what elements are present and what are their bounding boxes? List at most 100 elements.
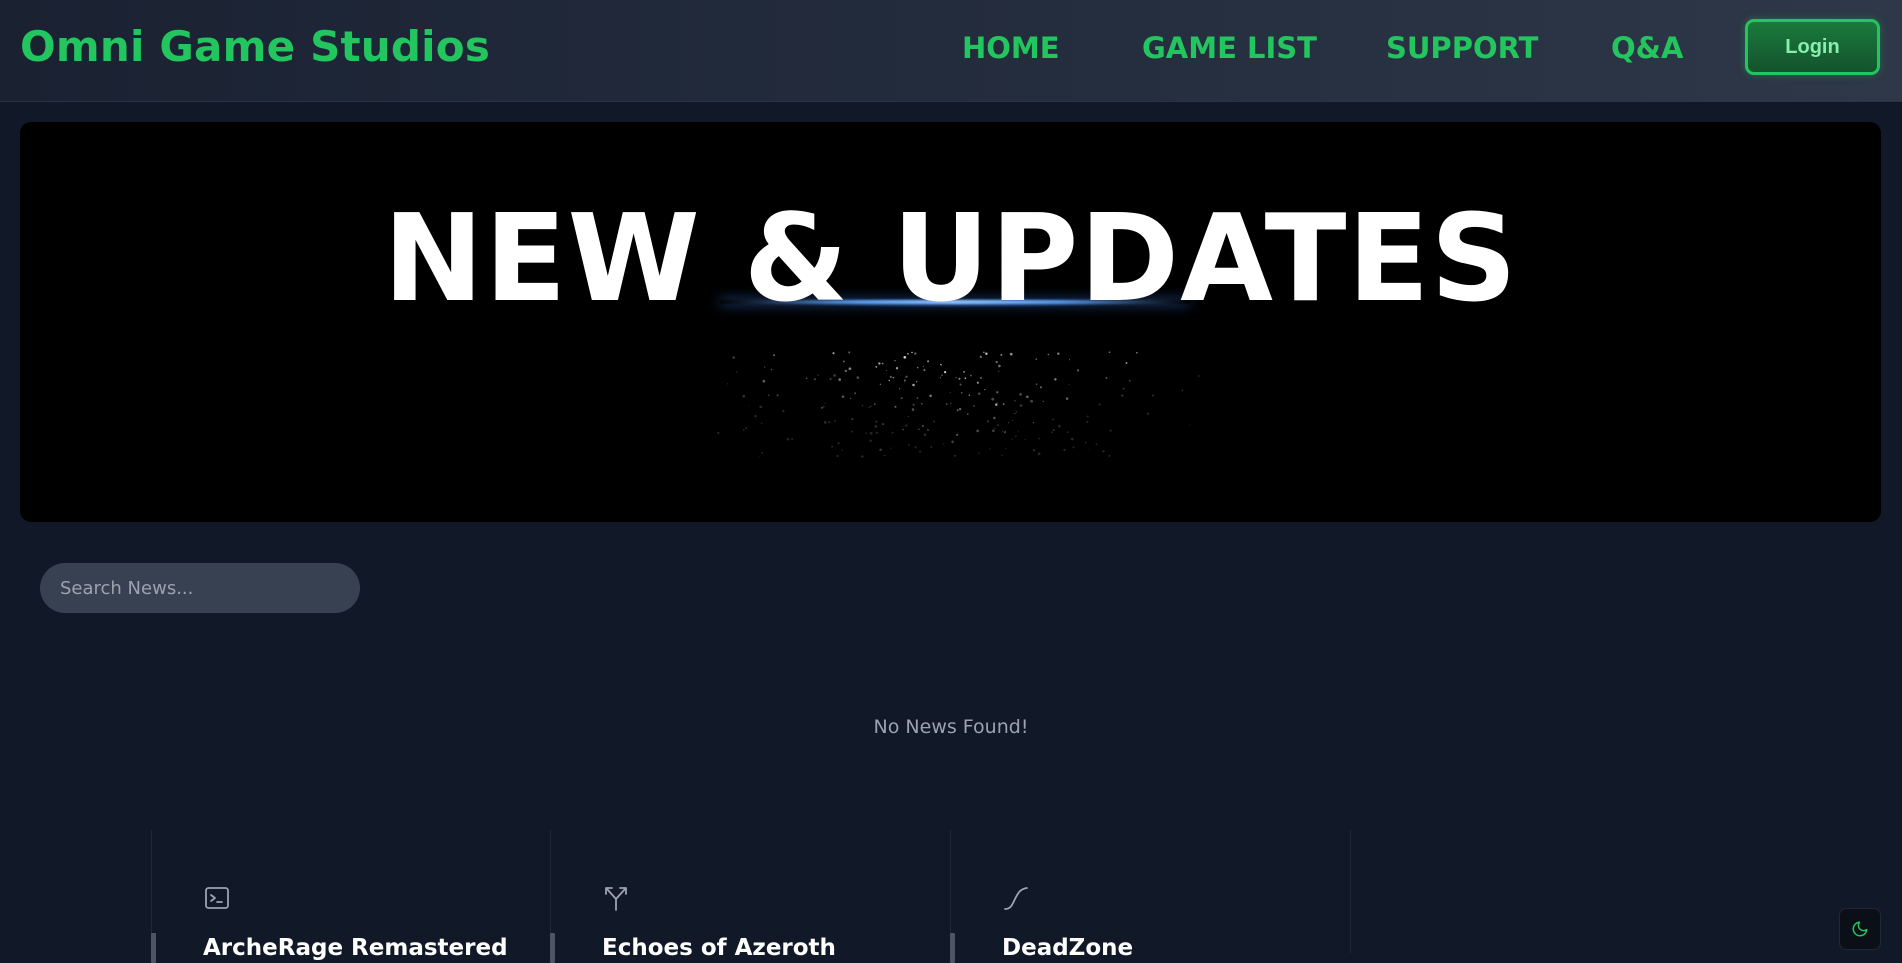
- sparkle-dot: [945, 403, 948, 405]
- sparkle-dot: [854, 392, 857, 395]
- sparkle-dot: [1125, 362, 1128, 364]
- sparkle-dot: [907, 443, 910, 446]
- sparkle-dot: [1000, 354, 1003, 356]
- sparkle-dot: [994, 427, 996, 429]
- sparkle-dot: [998, 364, 1001, 368]
- sparkle-dot: [828, 421, 831, 424]
- theme-toggle-button[interactable]: [1839, 908, 1881, 950]
- sparkle-dot: [856, 376, 860, 379]
- sparkle-dot: [898, 388, 901, 390]
- sparkle-dot: [956, 433, 959, 436]
- sparkle-dot: [1057, 424, 1061, 428]
- sparkle-dot: [881, 362, 884, 365]
- search-news-input[interactable]: [40, 563, 360, 613]
- top-navbar: Omni Game Studios HOME GAME LIST SUPPORT…: [0, 0, 1902, 102]
- sparkle-dot: [894, 405, 897, 408]
- sparkle-dot: [848, 367, 852, 371]
- sparkle-dot: [914, 446, 917, 449]
- sparkle-dot: [911, 351, 913, 354]
- sparkle-dot: [912, 383, 915, 387]
- sparkle-dot: [966, 413, 969, 415]
- sparkle-dot: [764, 366, 766, 368]
- nav-qa-link[interactable]: Q&A: [1611, 30, 1683, 66]
- sparkle-dot: [1032, 448, 1036, 452]
- nav-game-list-link[interactable]: GAME LIST: [1142, 30, 1317, 66]
- sparkle-dot: [760, 422, 763, 425]
- sparkle-dot: [973, 405, 975, 407]
- sparkle-dot: [869, 432, 873, 435]
- sparkle-dot: [1122, 387, 1125, 390]
- sparkle-dot: [1065, 397, 1069, 400]
- game-cards-row: ArcheRage Remastered Echoes of Azeroth D…: [0, 830, 1902, 963]
- sparkle-dot: [1038, 437, 1041, 440]
- sparkle-dot: [813, 377, 817, 381]
- sparkle-dot: [1108, 454, 1111, 457]
- sparkle-dot: [977, 452, 980, 454]
- sparkle-dot: [868, 406, 870, 409]
- sparkle-dot: [890, 447, 892, 449]
- sparkle-dot: [1012, 419, 1014, 422]
- sparkle-dot: [977, 392, 981, 395]
- sparkle-dot: [767, 394, 770, 397]
- sparkle-dot: [958, 407, 962, 411]
- sparkle-dot: [831, 445, 834, 448]
- sparkle-dot: [984, 389, 986, 391]
- sparkle-dot: [976, 429, 980, 433]
- sparkle-dot: [865, 432, 868, 434]
- sparkle-dot: [921, 402, 923, 405]
- sparkle-dot: [869, 405, 872, 408]
- sparkle-dot: [918, 450, 922, 453]
- login-button[interactable]: Login: [1745, 19, 1880, 75]
- sparkle-dot: [1037, 452, 1041, 456]
- sparkle-dot: [1015, 411, 1018, 413]
- sparkle-dot: [1068, 359, 1070, 361]
- sparkle-dot: [968, 394, 971, 396]
- sparkle-dot: [939, 377, 942, 379]
- sparkle-dot: [717, 431, 720, 435]
- sparkle-dot: [745, 426, 748, 430]
- sparkle-dot: [1095, 443, 1098, 446]
- sparkle-dot: [980, 377, 982, 379]
- sparkle-dot: [762, 379, 766, 383]
- sparkle-dot: [773, 354, 775, 356]
- game-card-archerage[interactable]: ArcheRage Remastered: [151, 830, 549, 961]
- game-card-title: Echoes of Azeroth: [602, 935, 836, 961]
- sparkle-dot: [1009, 352, 1013, 356]
- game-card-deadzone[interactable]: DeadZone: [950, 830, 1348, 961]
- sparkle-dot: [970, 374, 972, 377]
- sparkle-dot: [805, 377, 808, 380]
- sparkle-dot: [817, 374, 819, 376]
- sparkle-dot: [823, 421, 827, 424]
- sparkle-dot: [849, 397, 852, 399]
- sparkle-dot: [1019, 404, 1023, 407]
- sparkle-dot: [1086, 415, 1089, 418]
- sparkle-dot: [875, 431, 879, 434]
- sparkle-dot: [761, 452, 764, 454]
- sparkle-dot: [927, 429, 929, 431]
- sparkle-dot: [1051, 431, 1054, 434]
- sparkle-dot: [907, 415, 909, 418]
- sparkle-dot: [736, 371, 738, 373]
- nav-support-link[interactable]: SUPPORT: [1386, 30, 1538, 66]
- sparkle-dot: [754, 414, 757, 418]
- sparkle-dot: [822, 405, 825, 408]
- sparkle-dot: [758, 456, 760, 458]
- sparkle-dot: [997, 424, 999, 426]
- sparkle-dot: [983, 351, 985, 353]
- sparkle-dot: [861, 405, 863, 407]
- sparkle-dot: [1014, 412, 1016, 415]
- sparkle-dot: [1098, 403, 1101, 406]
- sparkle-dot: [833, 374, 836, 377]
- sparkle-dot: [1024, 438, 1026, 441]
- sparkle-dot: [832, 352, 835, 355]
- nav-home-link[interactable]: HOME: [962, 30, 1060, 66]
- game-card-echoes[interactable]: Echoes of Azeroth: [550, 830, 948, 961]
- sparkle-dot: [748, 404, 750, 407]
- sparkle-dot: [1105, 377, 1108, 379]
- sparkle-dot: [1001, 430, 1004, 432]
- sparkle-dot: [732, 356, 735, 359]
- moon-icon: [1852, 921, 1868, 937]
- sparkle-dot: [1035, 383, 1038, 386]
- sparkle-dot: [916, 381, 918, 383]
- sparkle-dot: [1003, 430, 1007, 434]
